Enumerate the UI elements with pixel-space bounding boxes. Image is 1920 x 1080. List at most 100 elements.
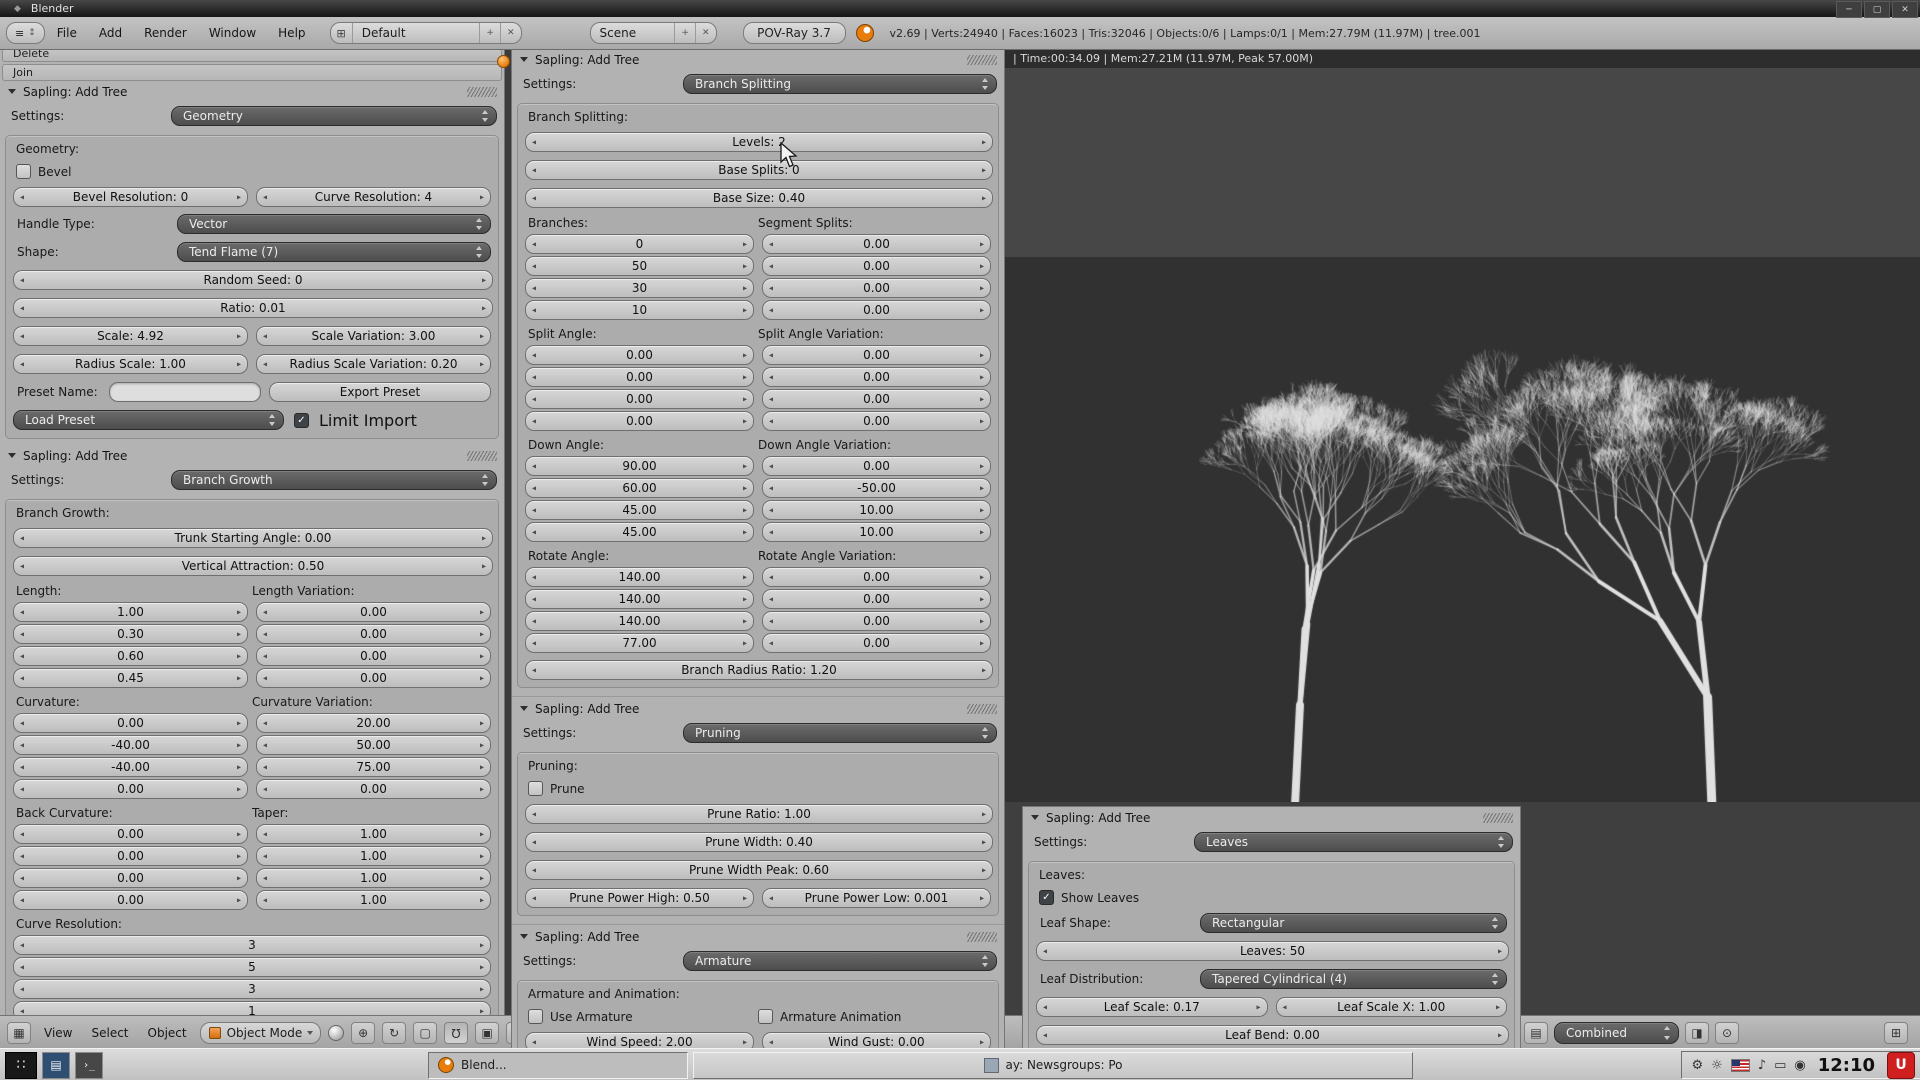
menu-object[interactable]: Object	[142, 1026, 193, 1040]
layout-delete-icon[interactable]: ✕	[500, 23, 521, 43]
back-curvature-field-1[interactable]: 0.00	[13, 846, 248, 866]
menu-view[interactable]: View	[38, 1026, 78, 1040]
screen-layout-selector[interactable]: ⊞ Default + ✕	[330, 22, 522, 44]
shape-dropdown[interactable]: Tend Flame (7)	[177, 242, 491, 262]
settings-dropdown-branch-growth[interactable]: Branch Growth	[171, 470, 497, 490]
radius-scale-field[interactable]: Radius Scale: 1.00	[13, 354, 248, 374]
limit-import-checkbox[interactable]: ✓	[294, 413, 309, 428]
curvature-variation-field-0[interactable]: 20.00	[256, 713, 491, 733]
bevel-checkbox[interactable]	[16, 164, 31, 179]
translate-manipulator-icon[interactable]: ⊕	[351, 1022, 375, 1044]
rotate-angle-field-1[interactable]: 140.00	[525, 589, 754, 609]
armature-animation-checkbox[interactable]	[758, 1009, 773, 1024]
layout-add-icon[interactable]: +	[479, 23, 500, 43]
settings-tray-icon[interactable]: ⚙	[1691, 1059, 1703, 1072]
panel-grip-icon[interactable]	[467, 451, 497, 461]
keyboard-layout-flag-icon[interactable]	[1731, 1059, 1750, 1072]
segment-splits-field-3[interactable]: 0.00	[762, 300, 991, 320]
down-angle-field-0[interactable]: 90.00	[525, 456, 754, 476]
editor-type-3dview-button[interactable]: ▦	[7, 1022, 31, 1044]
use-armature-checkbox[interactable]	[528, 1009, 543, 1024]
down-angle-field-2[interactable]: 45.00	[525, 500, 754, 520]
branches-field-0[interactable]: 0	[525, 234, 754, 254]
menu-add[interactable]: Add	[89, 26, 132, 40]
panel-grip-icon[interactable]	[967, 932, 997, 942]
scale-manipulator-icon[interactable]: ▢	[413, 1022, 437, 1044]
vertical-attraction-field[interactable]: Vertical Attraction: 0.50	[13, 556, 493, 576]
curvature-variation-field-3[interactable]: 0.00	[256, 779, 491, 799]
bevel-resolution-field[interactable]: Bevel Resolution: 0	[13, 187, 248, 207]
panel-header-sapling-growth[interactable]: Sapling: Add Tree	[0, 447, 504, 464]
segment-splits-field-1[interactable]: 0.00	[762, 256, 991, 276]
leaf-scale-x-field[interactable]: Leaf Scale X: 1.00	[1276, 997, 1508, 1017]
segment-splits-field-0[interactable]: 0.00	[762, 234, 991, 254]
channels-icon[interactable]: ◨	[1685, 1022, 1709, 1044]
prune-width-peak-field[interactable]: Prune Width Peak: 0.60	[525, 860, 993, 880]
length-variation-field-0[interactable]: 0.00	[256, 602, 491, 622]
taper-field-1[interactable]: 1.00	[256, 846, 491, 866]
trunk-starting-angle-field[interactable]: Trunk Starting Angle: 0.00	[13, 528, 493, 548]
curve-resolution-field-3[interactable]: 1	[13, 1001, 491, 1015]
prune-checkbox[interactable]	[528, 781, 543, 796]
render-engine-selector[interactable]: POV-Ray 3.7	[743, 22, 846, 44]
down-angle-variation-field-0[interactable]: 0.00	[762, 456, 991, 476]
curvature-variation-field-2[interactable]: 75.00	[256, 757, 491, 777]
settings-dropdown-leaves[interactable]: Leaves	[1194, 832, 1513, 852]
mode-dropdown[interactable]: Object Mode	[200, 1022, 322, 1044]
leaf-shape-dropdown[interactable]: Rectangular	[1200, 913, 1507, 933]
prune-power-high-field[interactable]: Prune Power High: 0.50	[525, 888, 754, 908]
curve-resolution-field[interactable]: Curve Resolution: 4	[256, 187, 491, 207]
terminal-launcher-icon[interactable]: ›_	[75, 1052, 103, 1079]
scene-selector[interactable]: Scene + ✕	[590, 22, 717, 44]
network-tray-icon[interactable]: ◉	[1794, 1059, 1805, 1072]
curvature-field-2[interactable]: -40.00	[13, 757, 248, 777]
scale-variation-field[interactable]: Scale Variation: 3.00	[256, 326, 491, 346]
scale-field[interactable]: Scale: 4.92	[13, 326, 248, 346]
rotate-angle-variation-field-0[interactable]: 0.00	[762, 567, 991, 587]
prune-ratio-field[interactable]: Prune Ratio: 1.00	[525, 804, 993, 824]
export-preset-button[interactable]: Export Preset	[269, 382, 491, 402]
down-angle-variation-field-3[interactable]: 10.00	[762, 522, 991, 542]
panel-header-sapling-armature[interactable]: Sapling: Add Tree	[512, 928, 1004, 945]
menu-select[interactable]: Select	[85, 1026, 134, 1040]
panel-header-sapling-splitting[interactable]: Sapling: Add Tree	[512, 51, 1004, 68]
preset-name-input[interactable]	[109, 382, 261, 402]
panel-grip-icon[interactable]	[967, 704, 997, 714]
brightness-tray-icon[interactable]: ☼	[1711, 1059, 1723, 1072]
render-pass-dropdown[interactable]: Combined	[1554, 1022, 1679, 1044]
back-curvature-field-0[interactable]: 0.00	[13, 824, 248, 844]
toolshelf-item-join[interactable]: Join	[2, 64, 502, 81]
length-field-0[interactable]: 1.00	[13, 602, 248, 622]
maximize-button[interactable]: ▢	[1864, 1, 1890, 18]
base-splits-field[interactable]: Base Splits: 0	[525, 160, 993, 180]
rotate-angle-field-3[interactable]: 77.00	[525, 633, 754, 653]
panel-grip-icon[interactable]	[967, 55, 997, 65]
length-variation-field-2[interactable]: 0.00	[256, 646, 491, 666]
leaf-scale-field[interactable]: Leaf Scale: 0.17	[1036, 997, 1268, 1017]
length-field-1[interactable]: 0.30	[13, 624, 248, 644]
leaf-distribution-dropdown[interactable]: Tapered Cylindrical (4)	[1200, 969, 1507, 989]
length-variation-field-1[interactable]: 0.00	[256, 624, 491, 644]
menu-window[interactable]: Window	[199, 26, 266, 40]
split-angle-variation-field-1[interactable]: 0.00	[762, 367, 991, 387]
viewport-shading-icon[interactable]	[328, 1025, 344, 1041]
down-angle-variation-field-2[interactable]: 10.00	[762, 500, 991, 520]
split-angle-field-3[interactable]: 0.00	[525, 411, 754, 431]
length-variation-field-3[interactable]: 0.00	[256, 668, 491, 688]
close-button[interactable]: ✕	[1892, 1, 1918, 18]
menu-render[interactable]: Render	[134, 26, 197, 40]
pin-layout-icon[interactable]: ⊞	[1884, 1022, 1908, 1044]
taper-field-0[interactable]: 1.00	[256, 824, 491, 844]
prune-width-field[interactable]: Prune Width: 0.40	[525, 832, 993, 852]
random-seed-field[interactable]: Random Seed: 0	[13, 270, 493, 290]
curve-resolution-field-0[interactable]: 3	[13, 935, 491, 955]
editor-type-button[interactable]: ≡ ↕	[6, 22, 45, 44]
length-field-2[interactable]: 0.60	[13, 646, 248, 666]
split-angle-field-1[interactable]: 0.00	[525, 367, 754, 387]
branches-field-1[interactable]: 50	[525, 256, 754, 276]
rotate-angle-field-2[interactable]: 140.00	[525, 611, 754, 631]
taper-field-2[interactable]: 1.00	[256, 868, 491, 888]
image-icon[interactable]: ▤	[1524, 1022, 1548, 1044]
base-size-field[interactable]: Base Size: 0.40	[525, 188, 993, 208]
load-preset-dropdown[interactable]: Load Preset	[13, 410, 284, 430]
